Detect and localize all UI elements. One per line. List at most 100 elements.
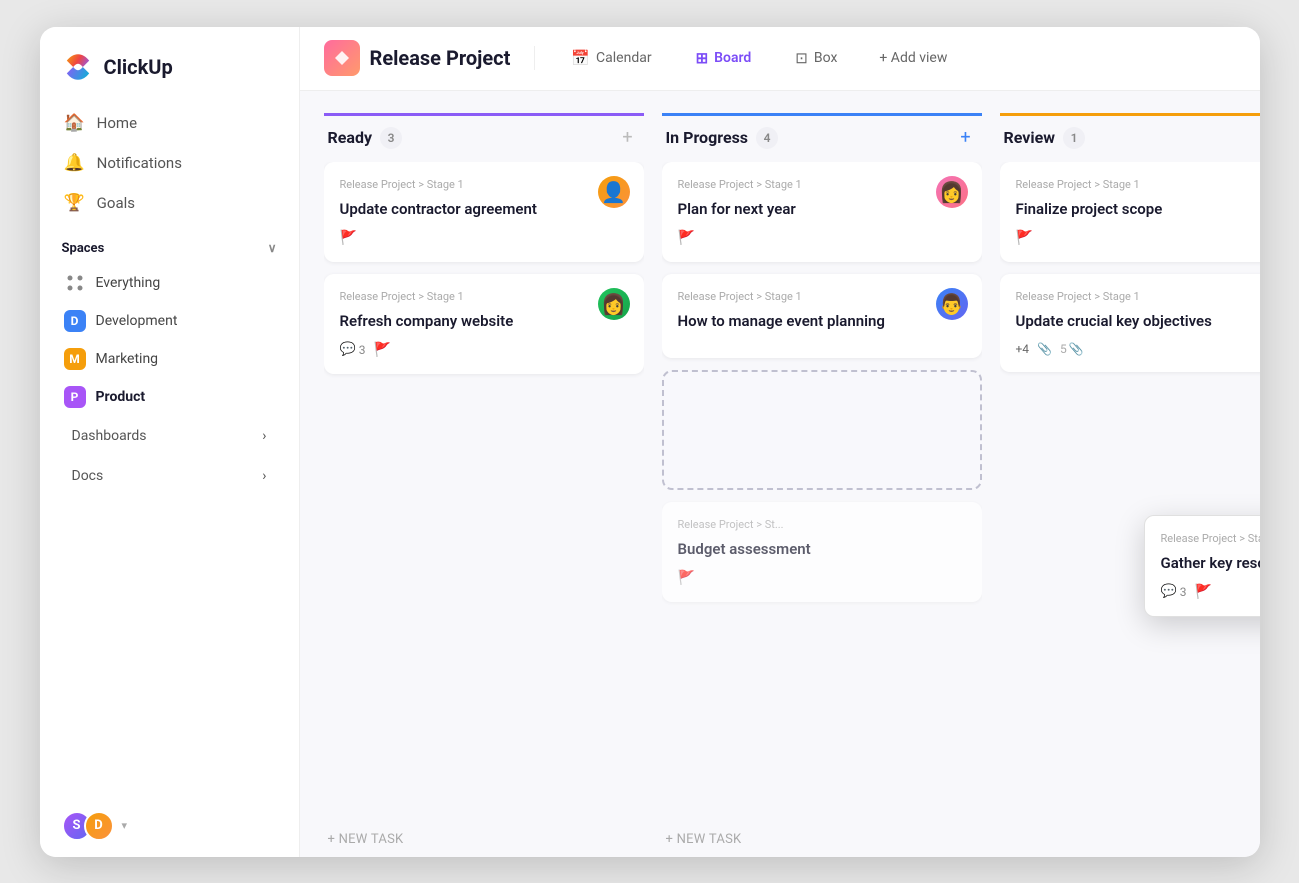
floating-card-title: Gather key resources (1161, 553, 1260, 574)
flag-icon: 🚩 (340, 230, 357, 246)
project-icon (324, 40, 360, 76)
card-meta: Release Project > Stage 1 (1016, 178, 1260, 191)
attach-count-2: 5 📎 (1060, 342, 1084, 356)
flag-icon: 🚩 (678, 570, 695, 586)
card-footer: 🚩 (1016, 230, 1260, 246)
product-dot: P (64, 386, 86, 408)
column-ready-count: 3 (380, 127, 402, 149)
new-task-button-ready[interactable]: + NEW TASK (324, 822, 644, 857)
sidebar-item-dashboards[interactable]: Dashboards › (50, 418, 289, 454)
card-update-contractor[interactable]: 👤 Release Project > Stage 1 Update contr… (324, 162, 644, 262)
spaces-chevron-icon[interactable]: ∨ (268, 241, 277, 255)
development-dot: D (64, 310, 86, 332)
extra-tags: +4 (1016, 342, 1030, 356)
marketing-dot: M (64, 348, 86, 370)
spaces-list: Everything D Development M Marketing P P… (40, 264, 299, 416)
card-title: Refresh company website (340, 311, 628, 332)
new-task-label: + NEW TASK (666, 832, 742, 847)
card-footer: 🚩 (678, 570, 966, 586)
sidebar-item-goals[interactable]: 🏆 Goals (50, 183, 289, 223)
card-title: Update crucial key objectives (1016, 311, 1260, 332)
column-inprogress-header: In Progress 4 + (662, 113, 982, 162)
floating-card-meta: Release Project > Stage 1 (1161, 532, 1260, 545)
new-task-button-inprogress[interactable]: + NEW TASK (662, 822, 982, 857)
column-review-title: Review (1004, 128, 1056, 147)
project-name: Release Project (370, 46, 511, 70)
bell-icon: 🔔 (64, 153, 85, 173)
user-profile-area[interactable]: S D ▾ (40, 795, 299, 857)
column-inprogress-cards: 👩 Release Project > Stage 1 Plan for nex… (662, 162, 982, 822)
card-meta: Release Project > Stage 1 (340, 178, 628, 191)
column-review-header: Review 1 + (1000, 113, 1260, 162)
sidebar-item-development[interactable]: D Development (50, 302, 289, 340)
card-avatar: 👩 (598, 288, 630, 320)
card-budget-assessment[interactable]: Release Project > St... Budget assessmen… (662, 502, 982, 602)
sidebar-item-everything[interactable]: Everything (50, 264, 289, 302)
column-ready-header: Ready 3 + (324, 113, 644, 162)
dashboards-label: Dashboards (72, 428, 147, 444)
view-calendar[interactable]: 📅 Calendar (559, 43, 663, 73)
card-avatar: 👤 (598, 176, 630, 208)
clickup-logo-icon (62, 51, 94, 83)
product-label: Product (96, 389, 146, 405)
logo-area: ClickUp (40, 27, 299, 103)
box-icon: ⊡ (795, 49, 808, 67)
sidebar-item-marketing[interactable]: M Marketing (50, 340, 289, 378)
card-footer: +4 📎 5 📎 (1016, 342, 1260, 356)
spaces-label: Spaces (62, 241, 105, 256)
card-update-objectives[interactable]: Release Project > Stage 1 Update crucial… (1000, 274, 1260, 372)
card-plan-next-year[interactable]: 👩 Release Project > Stage 1 Plan for nex… (662, 162, 982, 262)
columns-wrapper: Ready 3 + 👤 Release Project > Stage 1 (324, 115, 1260, 857)
development-label: Development (96, 313, 178, 329)
comment-icon: 💬 (340, 342, 356, 357)
card-title: Plan for next year (678, 199, 966, 220)
app-window: ClickUp 🏠 Home 🔔 Notifications 🏆 Goals S… (40, 27, 1260, 857)
board-area: Ready 3 + 👤 Release Project > Stage 1 (300, 91, 1260, 857)
card-meta: Release Project > Stage 1 (1016, 290, 1260, 303)
home-label: Home (97, 114, 137, 132)
comment-icon: 💬 (1161, 584, 1177, 599)
sidebar: ClickUp 🏠 Home 🔔 Notifications 🏆 Goals S… (40, 27, 300, 857)
column-inprogress-count: 4 (756, 127, 778, 149)
flag-icon: 🚩 (1016, 230, 1033, 246)
card-title: Update contractor agreement (340, 199, 628, 220)
avatar-d: D (84, 811, 114, 841)
view-box[interactable]: ⊡ Box (783, 43, 849, 73)
card-title: Budget assessment (678, 539, 966, 560)
sidebar-item-home[interactable]: 🏠 Home (50, 103, 289, 143)
sidebar-item-product[interactable]: P Product (50, 378, 289, 416)
goals-label: Goals (97, 194, 135, 212)
card-footer: 🚩 (340, 230, 628, 246)
add-view-label: + Add view (879, 50, 947, 66)
floating-card-comment: 💬 3 (1161, 584, 1187, 599)
column-ready-title: Ready (328, 128, 373, 147)
topbar: Release Project 📅 Calendar ⊞ Board ⊡ Box… (300, 27, 1260, 91)
card-manage-event[interactable]: 👨 Release Project > Stage 1 How to manag… (662, 274, 982, 358)
flag-icon: 🚩 (373, 342, 390, 358)
add-view-button[interactable]: + Add view (869, 44, 957, 72)
home-icon: 🏠 (64, 113, 85, 133)
column-ready-add-button[interactable]: + (616, 126, 640, 150)
floating-card-flag: 🚩 (1194, 584, 1211, 600)
box-label: Box (814, 50, 838, 66)
everything-grid-icon (64, 272, 86, 294)
column-review-cards: Release Project > Stage 1 Finalize proje… (1000, 162, 1260, 857)
sidebar-item-notifications[interactable]: 🔔 Notifications (50, 143, 289, 183)
card-refresh-website[interactable]: 👩 Release Project > Stage 1 Refresh comp… (324, 274, 644, 374)
goals-icon: 🏆 (64, 193, 85, 213)
board-icon: ⊞ (696, 49, 709, 67)
app-name: ClickUp (104, 55, 173, 79)
card-meta: Release Project > Stage 1 (678, 178, 966, 191)
marketing-label: Marketing (96, 351, 159, 367)
view-board[interactable]: ⊞ Board (684, 43, 764, 73)
board-label: Board (714, 50, 751, 66)
topbar-divider (534, 46, 535, 70)
card-finalize-scope[interactable]: Release Project > Stage 1 Finalize proje… (1000, 162, 1260, 262)
column-review-count: 1 (1063, 127, 1085, 149)
main-nav: 🏠 Home 🔔 Notifications 🏆 Goals (40, 103, 299, 223)
sidebar-item-docs[interactable]: Docs › (50, 458, 289, 494)
card-avatar: 👩 (936, 176, 968, 208)
column-inprogress-add-button[interactable]: + (954, 126, 978, 150)
docs-chevron-icon: › (262, 468, 266, 484)
card-comment-count: 💬 3 (340, 342, 366, 357)
